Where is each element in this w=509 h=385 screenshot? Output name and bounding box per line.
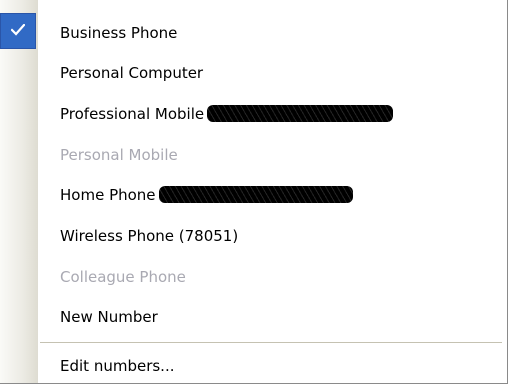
context-menu: Business Phone Personal Computer Profess… [0, 0, 508, 384]
menu-item-label-group: Professional Mobile [60, 105, 394, 123]
menu-item-label: Personal Computer [60, 64, 204, 82]
menu-item-label: Wireless Phone (78051) [60, 227, 239, 245]
redaction-scribble [207, 105, 394, 122]
menu-item-label: Colleague Phone [60, 268, 186, 286]
menu-item-wireless-phone[interactable]: Wireless Phone (78051) [0, 216, 507, 254]
menu-item-personal-computer[interactable]: Personal Computer [0, 53, 507, 91]
menu-item-label: Edit numbers... [60, 357, 175, 375]
menu-item-professional-mobile[interactable]: Professional Mobile [0, 94, 507, 132]
redaction-scribble [158, 186, 353, 203]
menu-item-label: Professional Mobile [60, 105, 205, 123]
menu-item-label: Personal Mobile [60, 146, 178, 164]
menu-separator [40, 342, 502, 343]
menu-item-new-number[interactable]: New Number [0, 297, 507, 335]
menu-item-colleague-phone: Colleague Phone [0, 257, 507, 295]
menu-item-business-phone[interactable]: Business Phone [0, 13, 507, 51]
menu-item-personal-mobile: Personal Mobile [0, 135, 507, 173]
menu-item-home-phone[interactable]: Home Phone [0, 175, 507, 213]
menu-item-label: Home Phone [60, 186, 156, 204]
menu-item-label: Business Phone [60, 24, 178, 42]
menu-item-label: New Number [60, 308, 158, 326]
menu-item-edit-numbers[interactable]: Edit numbers... [0, 345, 507, 383]
menu-item-label-group: Home Phone [60, 186, 353, 204]
